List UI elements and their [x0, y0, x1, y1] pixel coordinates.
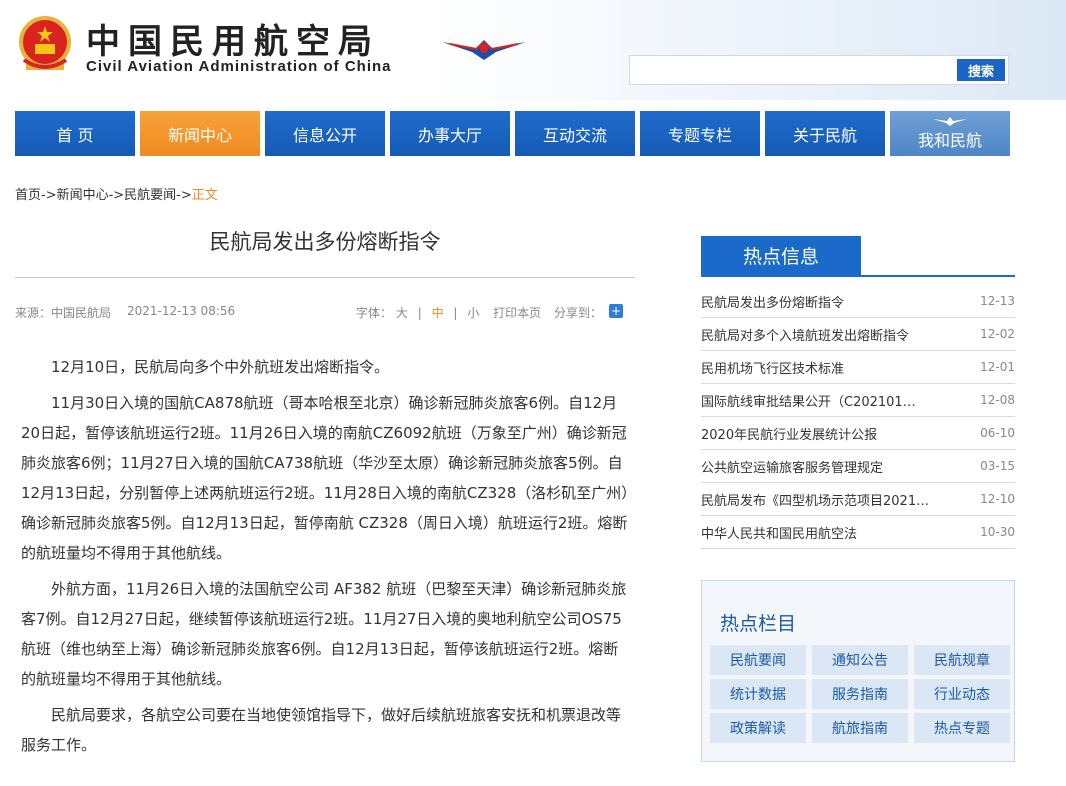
hot-info-item[interactable]: 公共航空运输旅客服务管理规定 03-15	[701, 450, 1015, 483]
hot-info-title[interactable]: 民航局对多个入境航班发出熔断指令	[701, 325, 909, 344]
site-header: 中国民用航空局 Civil Aviation Administration of…	[0, 0, 1066, 100]
hot-info-date: 12-13	[980, 294, 1015, 308]
article-meta: 来源：中国民航局 2021-12-13 08:56 字体： 大 | 中 | 小 …	[15, 304, 635, 322]
hot-info-item[interactable]: 民航局发布《四型机场示范项目2021… 12-10	[701, 483, 1015, 516]
hot-columns-box: 热点栏目 民航要闻 通知公告 民航规章 统计数据 服务指南 行业动态 政策解读 …	[701, 580, 1015, 762]
hot-info-title[interactable]: 2020年民航行业发展统计公报	[701, 424, 877, 443]
font-size-label: 字体：	[356, 306, 393, 320]
search-input[interactable]	[630, 56, 950, 84]
hot-columns-title: 热点栏目	[720, 613, 797, 635]
wings-icon	[933, 117, 967, 126]
breadcrumb: 首页->新闻中心->民航要闻->正文	[15, 184, 218, 203]
hot-info-title[interactable]: 国际航线审批结果公开（C202101…	[701, 391, 916, 410]
national-emblem-icon	[19, 16, 71, 70]
hot-info-date: 10-30	[980, 525, 1015, 539]
hot-info-title[interactable]: 公共航空运输旅客服务管理规定	[701, 457, 883, 476]
hot-info-title[interactable]: 民用机场飞行区技术标准	[701, 358, 844, 377]
hot-info-title[interactable]: 民航局发布《四型机场示范项目2021…	[701, 490, 929, 509]
nav-item-me-and-caac[interactable]: 我和民航	[890, 111, 1010, 156]
nav-item-about[interactable]: 关于民航	[765, 111, 885, 156]
article-body: 12月10日，民航局向多个中外航班发出熔断指令。 11月30日入境的国航CA87…	[21, 352, 631, 766]
column-link-civil-aviation-news[interactable]: 民航要闻	[710, 645, 806, 675]
hot-info-list: 民航局发出多份熔断指令 12-13 民航局对多个入境航班发出熔断指令 12-02 民…	[701, 285, 1015, 549]
hot-info-item[interactable]: 民航局发出多份熔断指令 12-13	[701, 285, 1015, 318]
hot-info-date: 12-01	[980, 360, 1015, 374]
title-divider	[15, 277, 635, 278]
hot-info-date: 12-08	[980, 393, 1015, 407]
breadcrumb-current: 正文	[191, 188, 218, 203]
hot-info-item[interactable]: 2020年民航行业发展统计公报 06-10	[701, 417, 1015, 450]
hot-info-item[interactable]: 民用机场飞行区技术标准 12-01	[701, 351, 1015, 384]
hot-info-date: 03-15	[980, 459, 1015, 473]
font-large-button[interactable]: 大	[396, 306, 408, 320]
column-link-service-guide[interactable]: 服务指南	[812, 679, 908, 709]
hot-info-tab[interactable]: 热点信息	[701, 236, 861, 275]
column-link-travel-guide[interactable]: 航旅指南	[812, 713, 908, 743]
nav-item-me-and-caac-label: 我和民航	[917, 131, 982, 150]
caac-wings-logo-icon	[442, 40, 526, 60]
column-link-hot-topics[interactable]: 热点专题	[914, 713, 1010, 743]
hot-info-title[interactable]: 中华人民共和国民用航空法	[701, 523, 857, 542]
nav-item-special-topics[interactable]: 专题专栏	[640, 111, 760, 156]
search-button[interactable]: 搜索	[957, 59, 1005, 81]
search-box: 搜索	[629, 55, 1009, 85]
article-paragraph: 11月30日入境的国航CA878航班（哥本哈根至北京）确诊新冠肺炎旅客6例。自1…	[21, 394, 629, 562]
article-title: 民航局发出多份熔断指令	[209, 230, 441, 254]
column-link-policy-interpretation[interactable]: 政策解读	[710, 713, 806, 743]
hot-columns-grid: 民航要闻 通知公告 民航规章 统计数据 服务指南 行业动态 政策解读 航旅指南 …	[710, 645, 1010, 743]
nav-item-service-hall[interactable]: 办事大厅	[390, 111, 510, 156]
nav-item-interaction[interactable]: 互动交流	[515, 111, 635, 156]
article-paragraph: 外航方面，11月26日入境的法国航空公司 AF382 航班（巴黎至天津）确诊新冠…	[21, 580, 627, 688]
article-paragraph: 12月10日，民航局向多个中外航班发出熔断指令。	[51, 358, 390, 376]
hot-info-date: 12-02	[980, 327, 1015, 341]
article-date: 2021-12-13 08:56	[127, 304, 236, 318]
main-nav: 首 页 新闻中心 信息公开 办事大厅 互动交流 专题专栏 关于民航 我和民航	[15, 111, 1015, 156]
font-size-control: 字体： 大 | 中 | 小 打印本页	[356, 304, 541, 321]
print-button[interactable]: 打印本页	[493, 306, 541, 320]
nav-item-news-center[interactable]: 新闻中心	[140, 111, 260, 156]
breadcrumb-path[interactable]: 首页->新闻中心->民航要闻->	[15, 188, 192, 203]
site-title-chinese: 中国民用航空局	[86, 22, 380, 62]
hot-info-title[interactable]: 民航局发出多份熔断指令	[701, 292, 844, 311]
hot-info-item[interactable]: 中华人民共和国民用航空法 10-30	[701, 516, 1015, 549]
nav-item-info-disclosure[interactable]: 信息公开	[265, 111, 385, 156]
share-label: 分享到：	[554, 306, 603, 320]
hot-info-item[interactable]: 国际航线审批结果公开（C202101… 12-08	[701, 384, 1015, 417]
font-separator: |	[417, 306, 422, 320]
column-link-statistics[interactable]: 统计数据	[710, 679, 806, 709]
article-paragraph: 民航局要求，各航空公司要在当地使领馆指导下，做好后续航班旅客安抚和机票退改等服务…	[21, 706, 622, 754]
font-separator: |	[453, 306, 458, 320]
font-medium-button[interactable]: 中	[432, 306, 444, 320]
hot-info-date: 12-10	[980, 492, 1015, 506]
font-small-button[interactable]: 小	[467, 306, 479, 320]
column-link-regulations[interactable]: 民航规章	[914, 645, 1010, 675]
site-title-english: Civil Aviation Administration of China	[86, 58, 392, 75]
hot-info-item[interactable]: 民航局对多个入境航班发出熔断指令 12-02	[701, 318, 1015, 351]
column-link-notices[interactable]: 通知公告	[812, 645, 908, 675]
article-source: 来源：中国民航局	[15, 306, 112, 320]
hot-info-divider	[701, 275, 1015, 277]
column-link-industry-news[interactable]: 行业动态	[914, 679, 1010, 709]
share-plus-icon[interactable]: +	[609, 304, 623, 318]
nav-item-home[interactable]: 首 页	[15, 111, 135, 156]
hot-info-date: 06-10	[980, 426, 1015, 440]
